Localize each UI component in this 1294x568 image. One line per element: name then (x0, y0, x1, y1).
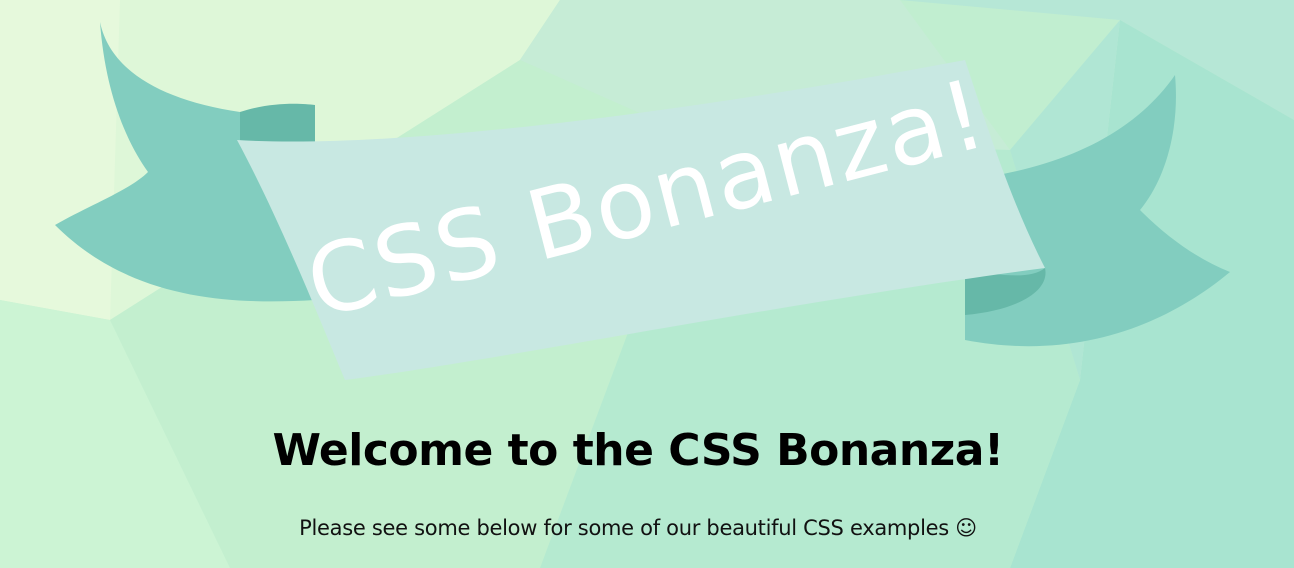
page-heading: Welcome to the CSS Bonanza! (272, 425, 1004, 476)
page-subtitle: Please see some below for some of our be… (299, 516, 977, 540)
banner-ribbon: CSS Bonanza! (55, 22, 1230, 380)
